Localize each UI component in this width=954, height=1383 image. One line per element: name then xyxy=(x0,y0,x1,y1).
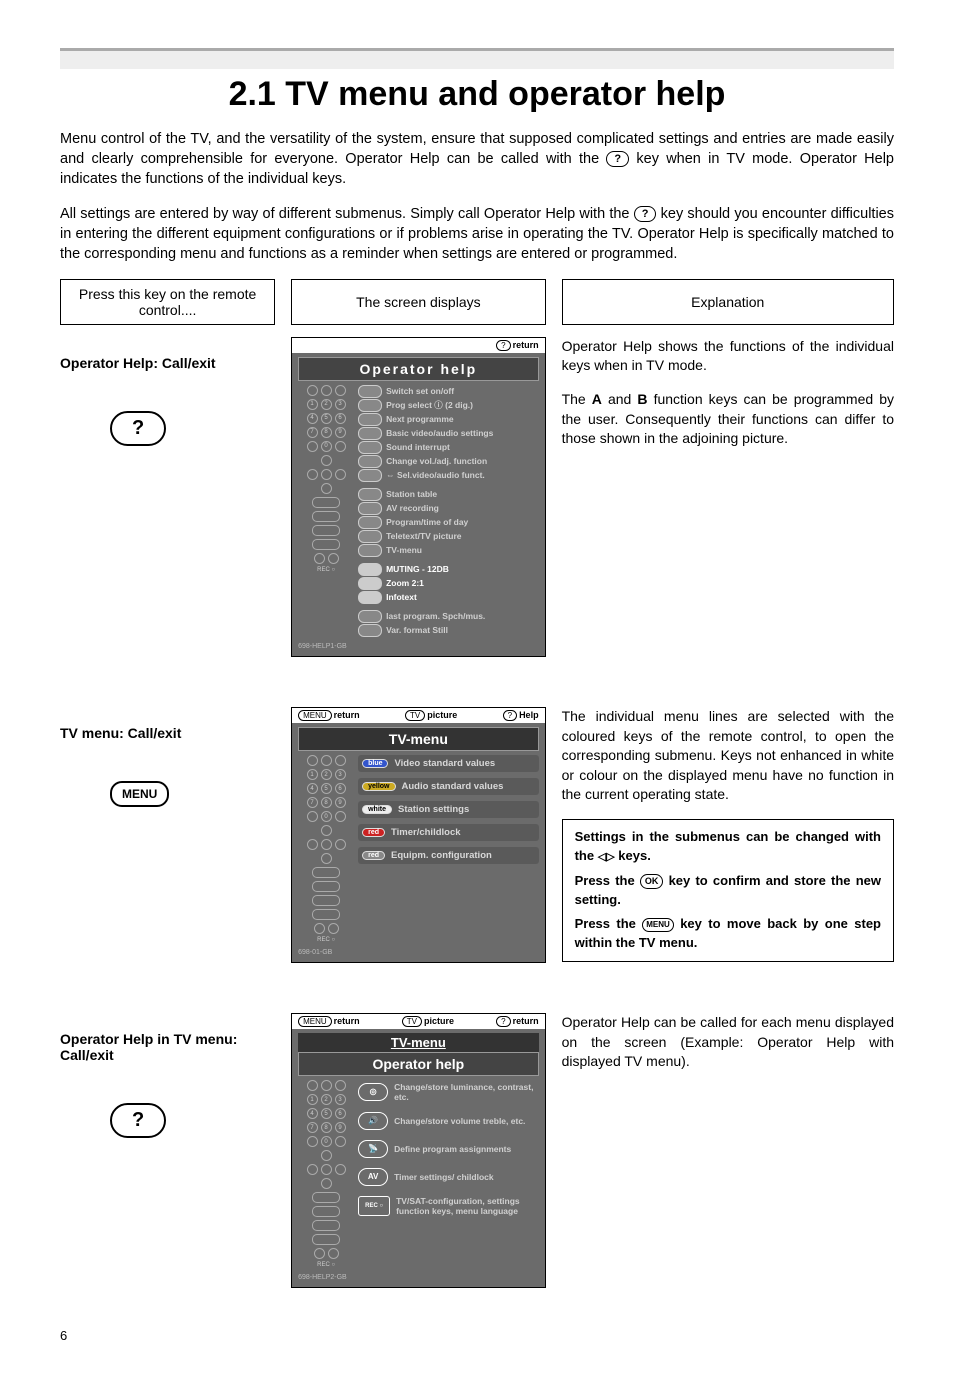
oh2-program: 📡Define program assignments xyxy=(358,1138,539,1160)
row2-top-left: return xyxy=(334,710,360,720)
row1-explain-2: The A and B function keys can be program… xyxy=(562,390,894,449)
menu-item-timer: redTimer/childlock xyxy=(358,824,539,841)
help-key-inline-1: ? xyxy=(606,151,629,167)
speaker-icon: 🔊 xyxy=(358,1112,388,1130)
intro-paragraph-2: All settings are entered by way of diffe… xyxy=(60,204,894,265)
row3-screen: MENUreturn TVpicture ?return TV-menu Ope… xyxy=(291,1013,546,1288)
oh2-volume: 🔊Change/store volume treble, etc. xyxy=(358,1110,539,1132)
oh2-config: REC ○TV/SAT-configuration, settings func… xyxy=(358,1194,539,1218)
row3-top-left-key: MENU xyxy=(298,1016,332,1027)
oh2-timer: AVTimer settings/ childlock xyxy=(358,1166,539,1188)
menu-item-equipm: redEquipm. configuration xyxy=(358,847,539,864)
header-left: Press this key on the remote control.... xyxy=(60,279,275,325)
row2-top-left-key: MENU xyxy=(298,710,332,721)
remote-icon-3: 123 456 789 0 REC ○ xyxy=(298,1080,354,1268)
row2-title: TV menu: Call/exit xyxy=(60,725,275,741)
top-rule xyxy=(60,48,894,69)
av-icon: AV xyxy=(358,1168,388,1186)
header-mid: The screen displays xyxy=(291,279,545,325)
row2-note-box: Settings in the submenus can be changed … xyxy=(562,819,894,962)
page-title: 2.1 TV menu and operator help xyxy=(60,75,894,114)
row1-lines: Switch set on/off Prog select ⓘ (2 dig.)… xyxy=(358,385,539,637)
row3-explain: Operator Help can be called for each men… xyxy=(562,1013,894,1072)
row1-footer: 698-HELP1-GB xyxy=(298,637,539,650)
row2-menu-list: blueVideo standard values yellowAudio st… xyxy=(358,755,539,943)
eye-icon: ◎ xyxy=(358,1083,388,1101)
help-key-inline-2: ? xyxy=(634,206,657,222)
row2-screen: MENUreturn TVpicture ?Help TV-menu 123 4… xyxy=(291,707,546,963)
row2-top-right-key: ? xyxy=(503,710,517,721)
menu-item-audio: yellowAudio standard values xyxy=(358,778,539,795)
row3-top-mid-key: TV xyxy=(402,1016,422,1027)
row1-screen: ?return Operator help 123 456 789 0 xyxy=(291,337,546,657)
row2-footer: 698-01-GB xyxy=(298,943,539,956)
row2-key: MENU xyxy=(110,781,169,807)
row3-title: Operator Help in TV menu: Call/exit xyxy=(60,1031,275,1063)
row2-explanation: The individual menu lines are selected w… xyxy=(562,707,894,962)
row1-top-return: return xyxy=(513,340,539,350)
row2-explain: The individual menu lines are selected w… xyxy=(562,707,894,805)
row1-explain-1: Operator Help shows the functions of the… xyxy=(562,337,894,376)
rec-icon: REC ○ xyxy=(358,1196,390,1216)
row1-title: Operator Help: Call/exit xyxy=(60,355,275,371)
row2-top-mid: picture xyxy=(427,710,457,720)
row-operator-help: Operator Help: Call/exit ? ?return Opera… xyxy=(60,337,894,657)
columns-header: Press this key on the remote control....… xyxy=(60,279,894,325)
remote-icon: 123 456 789 0 REC ○ xyxy=(298,385,354,637)
row3-top-left: return xyxy=(334,1016,360,1026)
menu-item-video: blueVideo standard values xyxy=(358,755,539,772)
menu-key-icon: MENU xyxy=(642,918,674,932)
left-right-arrows-icon xyxy=(598,848,615,863)
row3-items: ◎Change/store luminance, contrast, etc. … xyxy=(358,1080,539,1268)
row3-top-right-key: ? xyxy=(496,1016,510,1027)
row3-title1: TV-menu xyxy=(298,1033,539,1052)
intro-2a: All settings are entered by way of diffe… xyxy=(60,206,634,222)
row2-top-mid-key: TV xyxy=(405,710,425,721)
row2-screen-title: TV-menu xyxy=(298,727,539,751)
oh2-luminance: ◎Change/store luminance, contrast, etc. xyxy=(358,1080,539,1104)
row3-title2: Operator help xyxy=(298,1052,539,1076)
row3-explanation: Operator Help can be called for each men… xyxy=(562,1013,894,1086)
ok-key-icon: OK xyxy=(640,874,664,889)
row-operator-help-in-menu: Operator Help in TV menu: Call/exit ? ME… xyxy=(60,1013,894,1288)
header-right: Explanation xyxy=(562,279,894,325)
remote-icon-2: 123 456 789 0 REC ○ xyxy=(298,755,354,943)
row1-screen-title: Operator help xyxy=(298,357,539,381)
antenna-icon: 📡 xyxy=(358,1140,388,1158)
row1-key: ? xyxy=(110,411,166,446)
row-tv-menu: TV menu: Call/exit MENU MENUreturn TVpic… xyxy=(60,707,894,963)
row3-footer: 698-HELP2-GB xyxy=(298,1268,539,1281)
row1-explanation: Operator Help shows the functions of the… xyxy=(562,337,894,463)
row1-top-return-key: ? xyxy=(496,340,510,351)
row2-top-right: Help xyxy=(519,710,539,720)
menu-item-station: whiteStation settings xyxy=(358,801,539,818)
row3-key: ? xyxy=(110,1103,166,1138)
row3-top-right: return xyxy=(513,1016,539,1026)
page-number: 6 xyxy=(60,1298,894,1343)
intro-paragraph-1: Menu control of the TV, and the versatil… xyxy=(60,129,894,190)
row3-top-mid: picture xyxy=(424,1016,454,1026)
